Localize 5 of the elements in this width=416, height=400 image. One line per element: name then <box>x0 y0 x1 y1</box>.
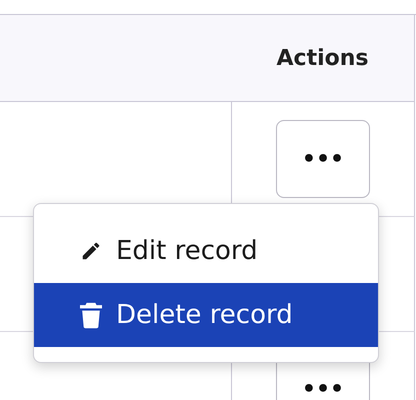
menu-item[interactable]: Delete record <box>34 283 378 347</box>
column-header: Actions <box>231 15 415 102</box>
trash-icon <box>80 301 102 329</box>
menu-item[interactable]: Edit record <box>34 219 378 283</box>
more-actions-button[interactable]: ••• <box>276 120 370 198</box>
